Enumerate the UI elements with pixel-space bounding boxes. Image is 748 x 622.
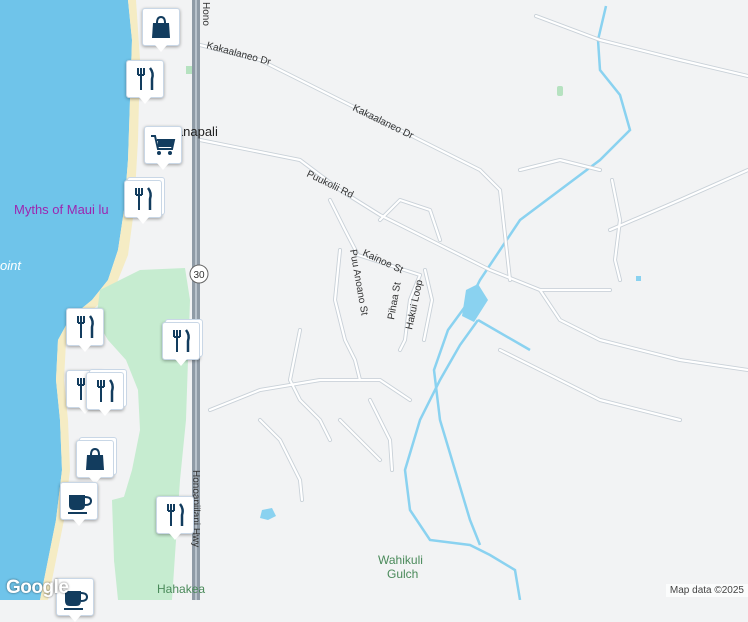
park-patch bbox=[557, 86, 563, 96]
place-label-gulch: Gulch bbox=[387, 567, 418, 581]
street-label-hono: Hono bbox=[200, 2, 211, 26]
shopping-bag-icon[interactable] bbox=[76, 440, 114, 484]
place-label-wahikuli: Wahikuli bbox=[378, 553, 423, 567]
place-label-point: oint bbox=[0, 258, 22, 273]
place-label-myths-of-maui: Myths of Maui lu bbox=[14, 202, 109, 217]
restaurant-icon[interactable] bbox=[162, 322, 200, 366]
shopping-bag-icon[interactable] bbox=[142, 8, 180, 52]
shopping-cart-icon[interactable] bbox=[144, 126, 182, 170]
pond-tiny bbox=[636, 276, 641, 281]
restaurant-icon[interactable] bbox=[86, 372, 124, 416]
park-patch bbox=[186, 66, 192, 74]
restaurant-icon[interactable] bbox=[156, 496, 194, 540]
google-logo: Google bbox=[6, 577, 69, 598]
route-30-shield: 30 bbox=[189, 264, 209, 284]
restaurant-icon[interactable] bbox=[126, 60, 164, 104]
map-canvas[interactable]: 30 Hono Kakaalaneo Dr Kakaalaneo Dr Puuk… bbox=[0, 0, 748, 600]
cafe-icon[interactable] bbox=[60, 482, 98, 526]
restaurant-icon[interactable] bbox=[124, 180, 162, 224]
svg-text:30: 30 bbox=[193, 270, 205, 281]
map-data-credit[interactable]: Map data ©2025 bbox=[665, 584, 748, 597]
restaurant-icon[interactable] bbox=[66, 308, 104, 352]
place-label-hahakea: Hahakea bbox=[157, 582, 205, 596]
